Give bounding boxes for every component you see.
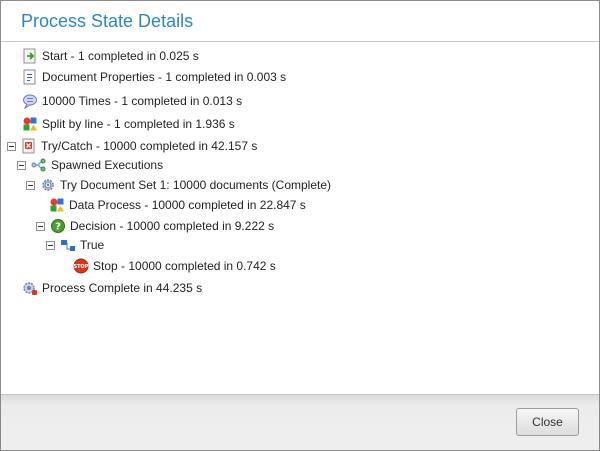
svg-text:STOP: STOP [74,264,89,270]
tree-node-spawned-executions[interactable]: Spawned Executions [17,155,163,175]
tree-node-try-document-set[interactable]: Try Document Set 1: 10000 documents (Com… [26,175,331,195]
collapse-toggle[interactable] [36,221,45,231]
message-icon [22,93,38,109]
stop-icon: STOP [73,258,89,274]
collapse-toggle[interactable] [46,240,55,250]
document-properties-icon [22,69,38,85]
tree-node-true[interactable]: True [46,235,104,255]
dialog-title: Process State Details [21,10,194,31]
branch-icon [31,157,47,173]
tree-label: Spawned Executions [51,158,164,172]
svg-text:?: ? [55,222,61,233]
collapse-toggle[interactable] [17,160,26,170]
tree-label: Data Process - 10000 completed in 22.847… [69,198,306,212]
process-state-dialog: Process State Details Start - 1 complete… [0,0,600,451]
tree-node-document-properties[interactable]: Document Properties - 1 completed in 0.0… [22,67,286,87]
data-process-icon [49,197,65,213]
tree-node-decision[interactable]: ? Decision - 10000 completed in 9.222 s [36,216,274,236]
tree-label: Decision - 10000 completed in 9.222 s [70,219,275,233]
dialog-footer: Close [1,394,599,450]
tree-node-process-complete[interactable]: Process Complete in 44.235 s [22,278,202,298]
branch-node-icon [60,237,76,253]
process-tree: Start - 1 completed in 0.025 s Document … [1,42,599,395]
tree-label: Start - 1 completed in 0.025 s [42,49,199,63]
tree-label: Document Properties - 1 completed in 0.0… [42,70,287,84]
tree-label: Try Document Set 1: 10000 documents (Com… [60,178,332,192]
tree-node-data-process[interactable]: Data Process - 10000 completed in 22.847… [49,195,306,215]
tree-node-times[interactable]: 10000 Times - 1 completed in 0.013 s [22,91,242,111]
start-icon [22,48,38,64]
tree-label: Try/Catch - 10000 completed in 42.157 s [41,139,258,153]
title-bar: Process State Details [1,1,599,42]
tree-node-try-catch[interactable]: Try/Catch - 10000 completed in 42.157 s [7,136,257,156]
split-shapes-icon [22,116,38,132]
tree-node-start[interactable]: Start - 1 completed in 0.025 s [22,46,199,66]
tree-node-stop[interactable]: STOP Stop - 10000 completed in 0.742 s [73,256,276,276]
collapse-toggle[interactable] [26,180,35,190]
tree-label: True [80,238,105,252]
tree-label: Process Complete in 44.235 s [42,281,203,295]
tree-label: Stop - 10000 completed in 0.742 s [93,259,276,273]
try-catch-icon [21,138,37,154]
tree-label: Split by line - 1 completed in 1.936 s [42,117,235,131]
process-complete-icon [22,280,38,296]
collapse-toggle[interactable] [7,141,16,151]
decision-icon: ? [50,218,66,234]
gear-icon [40,177,56,193]
close-button[interactable]: Close [516,408,579,436]
tree-node-split-by-line[interactable]: Split by line - 1 completed in 1.936 s [22,114,235,134]
tree-label: 10000 Times - 1 completed in 0.013 s [42,94,243,108]
